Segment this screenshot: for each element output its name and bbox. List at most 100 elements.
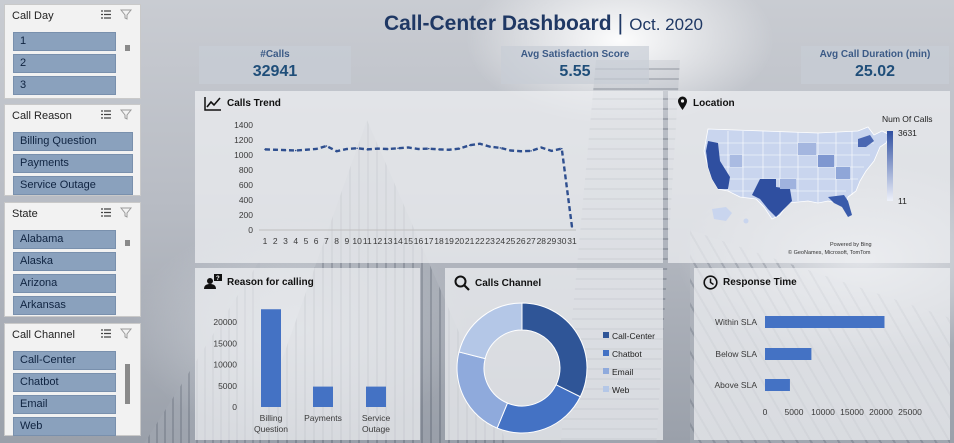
slicer-item[interactable]: Call-Center <box>13 351 116 370</box>
x-tick-label: 5 <box>304 236 309 246</box>
data-point <box>346 148 348 150</box>
slicer-item[interactable]: Alaska <box>13 252 116 271</box>
state-region[interactable] <box>798 143 816 155</box>
clear-filter-icon[interactable] <box>120 9 132 20</box>
clear-filter-icon[interactable] <box>120 207 132 218</box>
x-tick-label: Outage <box>362 424 390 434</box>
x-tick-label: Service <box>362 413 391 423</box>
slicer-item[interactable]: Chatbot <box>13 373 116 392</box>
florida-region[interactable] <box>828 195 852 217</box>
x-tick-label: Question <box>254 424 288 434</box>
x-tick-label: 20000 <box>869 407 893 417</box>
y-tick-label: 1400 <box>234 120 253 130</box>
y-tick-label: Above SLA <box>714 380 757 390</box>
alaska-region[interactable] <box>712 207 732 221</box>
slicer-item[interactable]: Web <box>13 417 116 436</box>
data-point <box>560 147 563 150</box>
x-tick-label: 10000 <box>811 407 835 417</box>
data-point <box>417 148 420 150</box>
x-tick-label: 6 <box>314 236 319 246</box>
slicer-item[interactable]: Billing Question <box>13 132 133 151</box>
x-tick-label: 15 <box>404 236 414 246</box>
slicer-item[interactable]: Arkansas <box>13 296 116 315</box>
kpi-label: Avg Satisfaction Score <box>520 49 630 60</box>
slicer-item[interactable]: Service Outage <box>13 176 133 195</box>
donut-slice <box>458 302 523 360</box>
legend-swatch <box>603 368 609 374</box>
x-tick-label: Billing <box>260 413 283 423</box>
kpi-satisfaction: Avg Satisfaction Score 5.55 <box>501 46 649 84</box>
scrollbar[interactable] <box>125 45 130 51</box>
slicer-call-channel: Call Channel Call-Center Chatbot Email W… <box>4 323 141 436</box>
state-region[interactable] <box>730 155 742 167</box>
kpi-label: Avg Call Duration (min) <box>819 49 931 60</box>
data-point <box>325 145 328 147</box>
kpi-value: 25.02 <box>854 63 896 80</box>
slicer-item[interactable]: 1 <box>13 32 116 51</box>
map-legend-min: 11 <box>898 196 907 206</box>
data-point <box>407 146 410 149</box>
x-tick-label: 27 <box>526 236 536 246</box>
bar <box>366 386 386 407</box>
x-tick-label: 15000 <box>840 407 864 417</box>
data-point <box>284 149 287 151</box>
multi-select-icon[interactable] <box>100 9 112 20</box>
x-tick-label: 29 <box>547 236 557 246</box>
clear-filter-icon[interactable] <box>120 328 132 339</box>
y-tick-label: 15000 <box>213 338 237 348</box>
y-tick-label: 20000 <box>213 317 237 327</box>
slicer-title: Call Channel <box>12 329 75 341</box>
kpi-calls: #Calls 32941 <box>199 46 351 84</box>
x-tick-label: 28 <box>537 236 547 246</box>
data-point <box>315 148 317 150</box>
kpi-value: 32941 <box>252 63 298 80</box>
bar <box>261 309 281 407</box>
multi-select-icon[interactable] <box>100 207 112 218</box>
y-tick-label: 0 <box>248 225 253 235</box>
y-tick-label: Within SLA <box>715 317 757 327</box>
state-region[interactable] <box>780 179 796 189</box>
x-tick-label: 24 <box>496 236 506 246</box>
kpi-label: #Calls <box>260 49 290 60</box>
legend-label: Web <box>612 385 630 395</box>
state-region[interactable] <box>818 155 834 167</box>
kpi-value: 5.55 <box>559 63 591 80</box>
x-tick-label: 2 <box>273 236 278 246</box>
slicer-state: State Alabama Alaska Arizona Arkansas <box>4 202 141 317</box>
location-panel: Location Num Of Calls 3631 11 Powered by… <box>668 91 950 263</box>
bar <box>765 348 812 360</box>
slicer-call-day: Call Day 1 2 3 <box>4 4 141 99</box>
reason-bar-chart: 0 5000 10000 15000 20000 BillingQuestion Payme… <box>213 309 391 434</box>
y-tick-label: 5000 <box>218 381 237 391</box>
data-point <box>294 149 297 152</box>
hawaii-region[interactable] <box>743 218 749 224</box>
data-point <box>509 149 512 152</box>
x-tick-label: 0 <box>763 407 768 417</box>
map-legend-gradient <box>887 131 893 201</box>
state-region[interactable] <box>836 167 850 179</box>
multi-select-icon[interactable] <box>100 109 112 120</box>
x-tick-label: 19 <box>444 236 454 246</box>
slicer-title: Call Reason <box>12 110 72 122</box>
slicer-item[interactable]: Email <box>13 395 116 414</box>
response-panel: Response Time Within SLA Below SLA Above S… <box>694 268 950 440</box>
us-choropleth-map[interactable]: Num Of Calls 3631 11 Powered by Bing © G… <box>668 91 950 263</box>
x-tick-label: 10 <box>352 236 362 246</box>
slicer-item[interactable]: Arizona <box>13 274 116 293</box>
x-tick-label: 11 <box>363 236 372 246</box>
scrollbar[interactable] <box>125 240 130 246</box>
scrollbar[interactable] <box>125 364 130 404</box>
x-tick-label: 30 <box>557 236 567 246</box>
x-tick-label: 22 <box>475 236 485 246</box>
page-subtitle: Oct. 2020 <box>629 15 703 34</box>
legend-label: Chatbot <box>612 349 642 359</box>
multi-select-icon[interactable] <box>100 328 112 339</box>
slicer-item[interactable]: 3 <box>13 76 116 95</box>
clear-filter-icon[interactable] <box>120 109 132 120</box>
slicer-item[interactable]: 2 <box>13 54 116 73</box>
slicer-item[interactable]: Payments <box>13 154 133 173</box>
data-point <box>550 150 553 152</box>
calls-trend-panel: Calls Trend 0 200 400 600 800 1000 1200 1400 1 2 3… <box>195 91 663 263</box>
x-tick-label: 4 <box>293 236 298 246</box>
slicer-item[interactable]: Alabama <box>13 230 116 249</box>
